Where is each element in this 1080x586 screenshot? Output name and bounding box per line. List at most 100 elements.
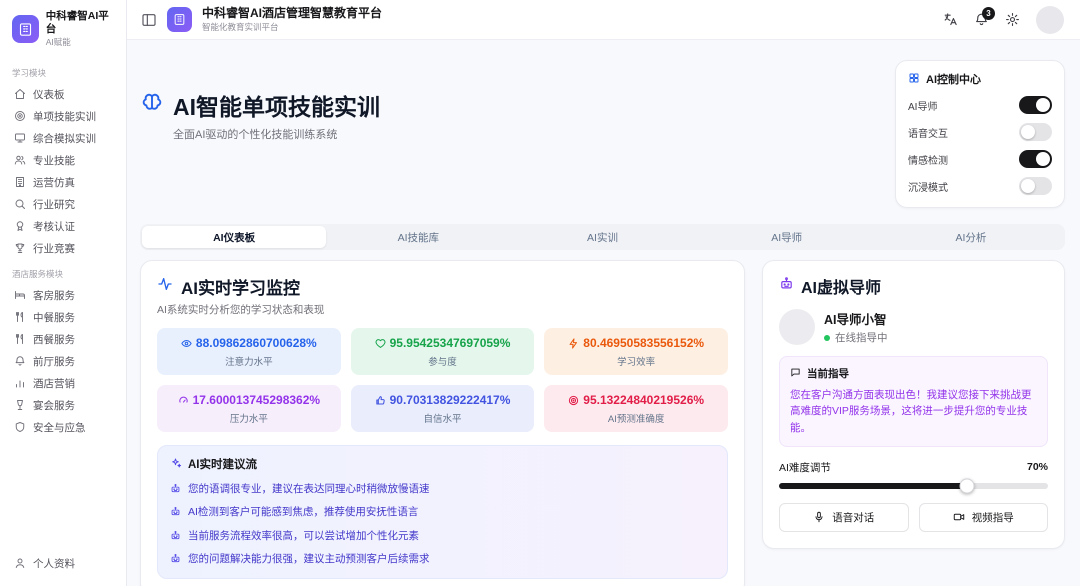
slider-thumb[interactable] <box>959 478 975 494</box>
toggle-switch-情感检测[interactable] <box>1019 150 1052 168</box>
suggestion-text: 您的问题解决能力很强，建议主动预测客户后续需求 <box>188 553 430 565</box>
grid-icon <box>909 73 919 82</box>
header-actions: 3 <box>943 5 1064 34</box>
sidebar-item-综合模拟实训[interactable]: 综合模拟实训 <box>12 127 116 149</box>
header-logo-icon <box>167 7 192 32</box>
sidebar-item-label: 前厅服务 <box>33 355 75 368</box>
sidebar-item-个人资料[interactable]: 个人资料 <box>12 552 116 574</box>
sidebar-item-酒店营销[interactable]: 酒店营销 <box>12 372 116 394</box>
difficulty-slider[interactable] <box>779 478 1048 494</box>
metric-label: 压力水平 <box>229 414 268 425</box>
suggestion-item: AI检测到客户可能感到焦虑，推荐使用安抚性语言 <box>170 504 715 519</box>
mic-icon <box>815 512 823 523</box>
sidebar-collapse-icon[interactable] <box>141 12 157 28</box>
bell-icon <box>15 356 25 366</box>
tab-AI技能库[interactable]: AI技能库 <box>326 226 510 248</box>
chat-icon <box>790 367 801 381</box>
sparkles-icon <box>170 457 182 472</box>
tab-AI导师[interactable]: AI导师 <box>695 226 879 248</box>
tab-AI仪表板[interactable]: AI仪表板 <box>142 226 327 248</box>
heart-icon <box>375 338 386 348</box>
suggestion-text: AI检测到客户可能感到焦虑，推荐使用安抚性语言 <box>188 506 419 518</box>
metric-tile-自信水平: 90.70313829222417% 自信水平 <box>350 385 535 432</box>
settings-gear-icon[interactable] <box>1005 12 1020 27</box>
sidebar-item-label: 宴会服务 <box>33 399 75 412</box>
metrics-grid: 88.09862860700628% 注意力水平 95.95425347697059… <box>157 328 728 432</box>
lang-icon <box>944 13 957 26</box>
mentor-button-视频指导[interactable]: 视频指导 <box>918 502 1048 532</box>
toggle-switch-AI导师[interactable] <box>1019 96 1052 114</box>
toggle-row-沉浸模式: 沉浸模式 <box>908 177 1052 195</box>
learning-monitor-card: AI实时学习监控 AI系统实时分析您的学习状态和表现 88.0986286070… <box>140 260 745 586</box>
mentor-button-label: 语音对话 <box>832 511 875 524</box>
tab-AI实训[interactable]: AI实训 <box>510 226 694 248</box>
thumb-icon <box>375 395 385 405</box>
sidebar-section-label: 学习模块 <box>12 68 47 79</box>
panel-icon <box>142 13 156 26</box>
sidebar-item-单项技能实训[interactable]: 单项技能实训 <box>12 105 116 127</box>
suggestion-item: 您的语调很专业，建议在表达同理心时稍微放慢语速 <box>170 481 715 496</box>
monitor-icon <box>15 133 25 143</box>
dining-icon <box>16 312 23 323</box>
sidebar-item-label: 专业技能 <box>33 154 75 167</box>
sidebar-item-仪表板[interactable]: 仪表板 <box>12 83 116 105</box>
sidebar-item-考核认证[interactable]: 考核认证 <box>12 215 116 237</box>
sidebar-item-西餐服务[interactable]: 西餐服务 <box>12 328 116 350</box>
top-header: 中科睿智AI酒店管理智慧教育平台 智能化教育实训平台 3 <box>127 0 1080 40</box>
mentor-button-语音对话[interactable]: 语音对话 <box>779 502 909 532</box>
robot-icon <box>779 276 794 296</box>
sidebar-item-行业研究[interactable]: 行业研究 <box>12 193 116 215</box>
sidebar-item-label: 单项技能实训 <box>33 110 96 123</box>
sidebar-item-label: 考核认证 <box>33 220 75 233</box>
page-content: AI智能单项技能实训 全面AI驱动的个性化技能训练系统 AI控制中心 AI导师语… <box>127 40 1080 586</box>
language-icon[interactable] <box>943 12 958 27</box>
control-toggles: AI导师 语音交互 情感检测 沉浸模式 <box>908 96 1052 195</box>
toggle-switch-沉浸模式[interactable] <box>1019 177 1052 195</box>
sidebar-item-前厅服务[interactable]: 前厅服务 <box>12 350 116 372</box>
slider-fill <box>779 482 968 489</box>
notifications-bell-icon[interactable]: 3 <box>974 7 995 27</box>
metric-tile-压力水平: 17.600013745298362% 压力水平 <box>157 385 341 432</box>
metric-label: 学习效率 <box>617 357 656 368</box>
sidebar-item-安全与应急[interactable]: 安全与应急 <box>12 416 116 438</box>
metric-tile-AI预测准确度: 95.13224840219526% AI预测准确度 <box>544 385 728 432</box>
sidebar-item-行业竞赛[interactable]: 行业竞赛 <box>12 237 116 259</box>
notification-badge: 3 <box>982 7 995 20</box>
ai-control-center-card: AI控制中心 AI导师 语音交互 情感检测 沉浸模式 <box>895 60 1065 208</box>
toggle-row-语音交互: 语音交互 <box>908 123 1052 141</box>
guidance-title: 当前指导 <box>807 368 849 380</box>
app-window: 中科睿智AI平台 AI赋能 学习模块 仪表板 单项技能实训 综合模拟实训 专业技能 运营仿… <box>0 0 1080 586</box>
sidebar-item-label: 中餐服务 <box>33 311 75 324</box>
sidebar-section-label: 酒店服务模块 <box>12 269 64 280</box>
brain-icon <box>142 93 162 110</box>
sidebar-item-运营仿真[interactable]: 运营仿真 <box>12 171 116 193</box>
sidebar-item-宴会服务[interactable]: 宴会服务 <box>12 394 116 416</box>
tab-AI分析[interactable]: AI分析 <box>879 226 1063 248</box>
brain-icon <box>140 91 164 120</box>
mentor-button-label: 视频指导 <box>971 511 1014 524</box>
sidebar-item-中餐服务[interactable]: 中餐服务 <box>12 306 116 328</box>
sidebar: 中科睿智AI平台 AI赋能 学习模块 仪表板 单项技能实训 综合模拟实训 专业技能 运营仿… <box>0 0 127 586</box>
sidebar-logo-title: 中科睿智AI平台 <box>45 10 109 36</box>
app-logo-icon <box>12 15 39 44</box>
sidebar-item-专业技能[interactable]: 专业技能 <box>12 149 116 171</box>
ai-suggestions-box: AI实时建议流 您的语调很专业，建议在表达同理心时稍微放慢语速 AI检测到客户可能… <box>157 445 728 579</box>
metric-label: 参与度 <box>428 357 457 368</box>
suggestion-text: 您的语调很专业，建议在表达同理心时稍微放慢语速 <box>188 482 430 495</box>
toggle-knob <box>1021 179 1035 193</box>
sidebar-nav: 学习模块仪表板单项技能实训综合模拟实训专业技能运营仿真 行业研究考核认证行业竞赛酒… <box>12 58 116 438</box>
chart-icon <box>16 380 24 388</box>
toggle-switch-语音交互[interactable] <box>1019 123 1052 141</box>
sidebar-item-客房服务[interactable]: 客房服务 <box>12 284 116 306</box>
trophy-icon <box>15 243 25 254</box>
page-title: AI智能单项技能实训 <box>173 94 380 120</box>
sidebar-footer-label: 个人资料 <box>33 557 75 570</box>
monitor-subtitle: AI系统实时分析您的学习状态和表现 <box>157 304 325 316</box>
suggestions-title: AI实时建议流 <box>188 459 257 471</box>
toggle-label: 语音交互 <box>908 128 948 140</box>
building-icon <box>16 177 24 188</box>
user-avatar[interactable] <box>1036 5 1064 34</box>
toggle-label: 情感检测 <box>908 155 948 167</box>
metric-value: 90.70313829222417% <box>389 393 511 407</box>
toggle-knob <box>1036 98 1050 112</box>
